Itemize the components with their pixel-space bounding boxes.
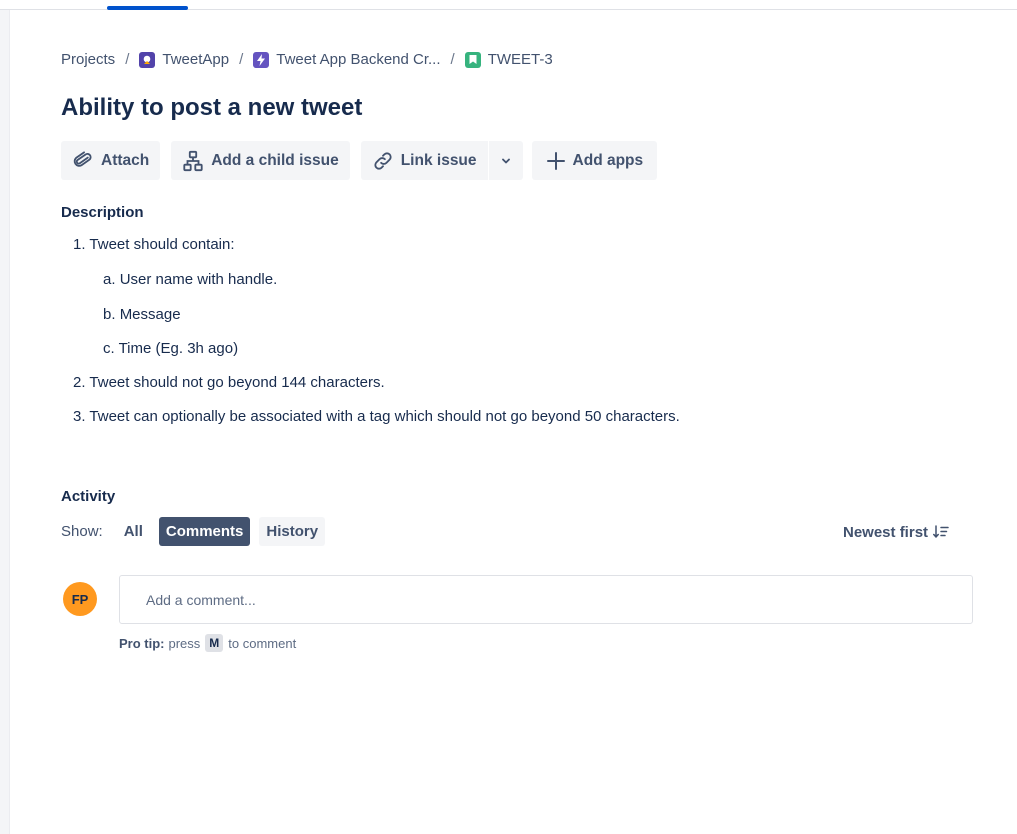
pro-tip-label: Pro tip:: [119, 635, 165, 651]
breadcrumb-issue-key[interactable]: TWEET-3: [464, 51, 553, 68]
list-marker: 1.: [73, 236, 86, 253]
pro-tip-after: to comment: [228, 635, 297, 651]
project-avatar-icon: [139, 51, 156, 68]
left-panel-edge: [0, 10, 10, 834]
list-item-text: Time (Eg. 3h ago): [118, 340, 239, 357]
breadcrumb-separator: /: [239, 51, 244, 68]
list-marker: b.: [103, 306, 116, 323]
sort-order-button[interactable]: Newest first: [843, 519, 949, 545]
list-item: 2. Tweet should not go beyond 144 charac…: [73, 374, 385, 391]
list-item-text: Tweet should contain:: [89, 236, 235, 253]
breadcrumb-issue-key-label: TWEET-3: [487, 51, 553, 68]
link-issue-group: Link issue: [360, 141, 523, 180]
activity-filter-row: Show: All Comments History: [61, 517, 334, 546]
attach-label: Attach: [101, 151, 150, 169]
link-issue-button[interactable]: Link issue: [360, 141, 488, 180]
breadcrumb-project-label: TweetApp: [162, 51, 230, 68]
link-issue-label: Link issue: [400, 151, 477, 169]
add-child-issue-label: Add a child issue: [211, 151, 339, 169]
description-heading: Description: [61, 204, 144, 221]
list-marker: c.: [103, 340, 115, 357]
list-item: c. Time (Eg. 3h ago): [103, 340, 238, 357]
sort-order-label: Newest first: [843, 523, 929, 541]
breadcrumb-separator: /: [125, 51, 130, 68]
child-issue-icon: [183, 150, 203, 171]
plus-icon: [546, 151, 565, 170]
pro-tip: Pro tip: press M to comment: [119, 634, 296, 652]
paperclip-icon: [73, 150, 92, 167]
list-item: a. User name with handle.: [103, 271, 277, 288]
filter-all-button[interactable]: All: [117, 517, 150, 546]
pro-tip-before: press: [168, 635, 201, 651]
comment-input[interactable]: [119, 575, 973, 624]
avatar[interactable]: FP: [63, 582, 97, 616]
list-marker: 2.: [73, 374, 86, 391]
active-tab-indicator: [107, 6, 188, 10]
list-marker: a.: [103, 271, 116, 288]
breadcrumb-projects[interactable]: Projects: [61, 51, 115, 68]
epic-icon: [253, 51, 270, 68]
list-marker: 3.: [73, 408, 86, 425]
add-apps-button[interactable]: Add apps: [531, 141, 658, 180]
list-item-text: Tweet can optionally be associated with …: [89, 408, 680, 425]
list-item: 3. Tweet can optionally be associated wi…: [73, 408, 680, 425]
list-item-text: Message: [119, 306, 181, 323]
add-child-issue-button[interactable]: Add a child issue: [171, 141, 350, 180]
keyboard-shortcut-key: M: [205, 634, 224, 652]
show-label: Show:: [61, 523, 103, 540]
add-apps-label: Add apps: [572, 151, 644, 169]
breadcrumb: Projects / TweetApp / Tweet App Backend …: [61, 51, 553, 68]
issue-toolbar: Attach Add a child issue Link issue Add …: [61, 141, 658, 180]
sort-descending-icon: [933, 525, 949, 538]
link-icon: [374, 151, 392, 170]
breadcrumb-epic-label: Tweet App Backend Cr...: [276, 51, 441, 68]
list-item-text: User name with handle.: [119, 271, 278, 288]
list-item: b. Message: [103, 306, 181, 323]
attach-button[interactable]: Attach: [61, 141, 161, 180]
issue-title[interactable]: Ability to post a new tweet: [61, 94, 362, 122]
filter-comments-button[interactable]: Comments: [158, 517, 251, 546]
breadcrumb-separator: /: [450, 51, 455, 68]
list-item: 1. Tweet should contain:: [73, 236, 235, 253]
filter-history-button[interactable]: History: [259, 517, 326, 546]
story-icon: [464, 51, 481, 68]
link-issue-dropdown-button[interactable]: [487, 141, 523, 180]
chevron-down-icon: [501, 158, 510, 163]
activity-heading: Activity: [61, 488, 116, 505]
breadcrumb-epic[interactable]: Tweet App Backend Cr...: [253, 51, 441, 68]
breadcrumb-project[interactable]: TweetApp: [139, 51, 229, 68]
breadcrumb-projects-label: Projects: [61, 51, 116, 68]
list-item-text: Tweet should not go beyond 144 character…: [89, 374, 385, 391]
